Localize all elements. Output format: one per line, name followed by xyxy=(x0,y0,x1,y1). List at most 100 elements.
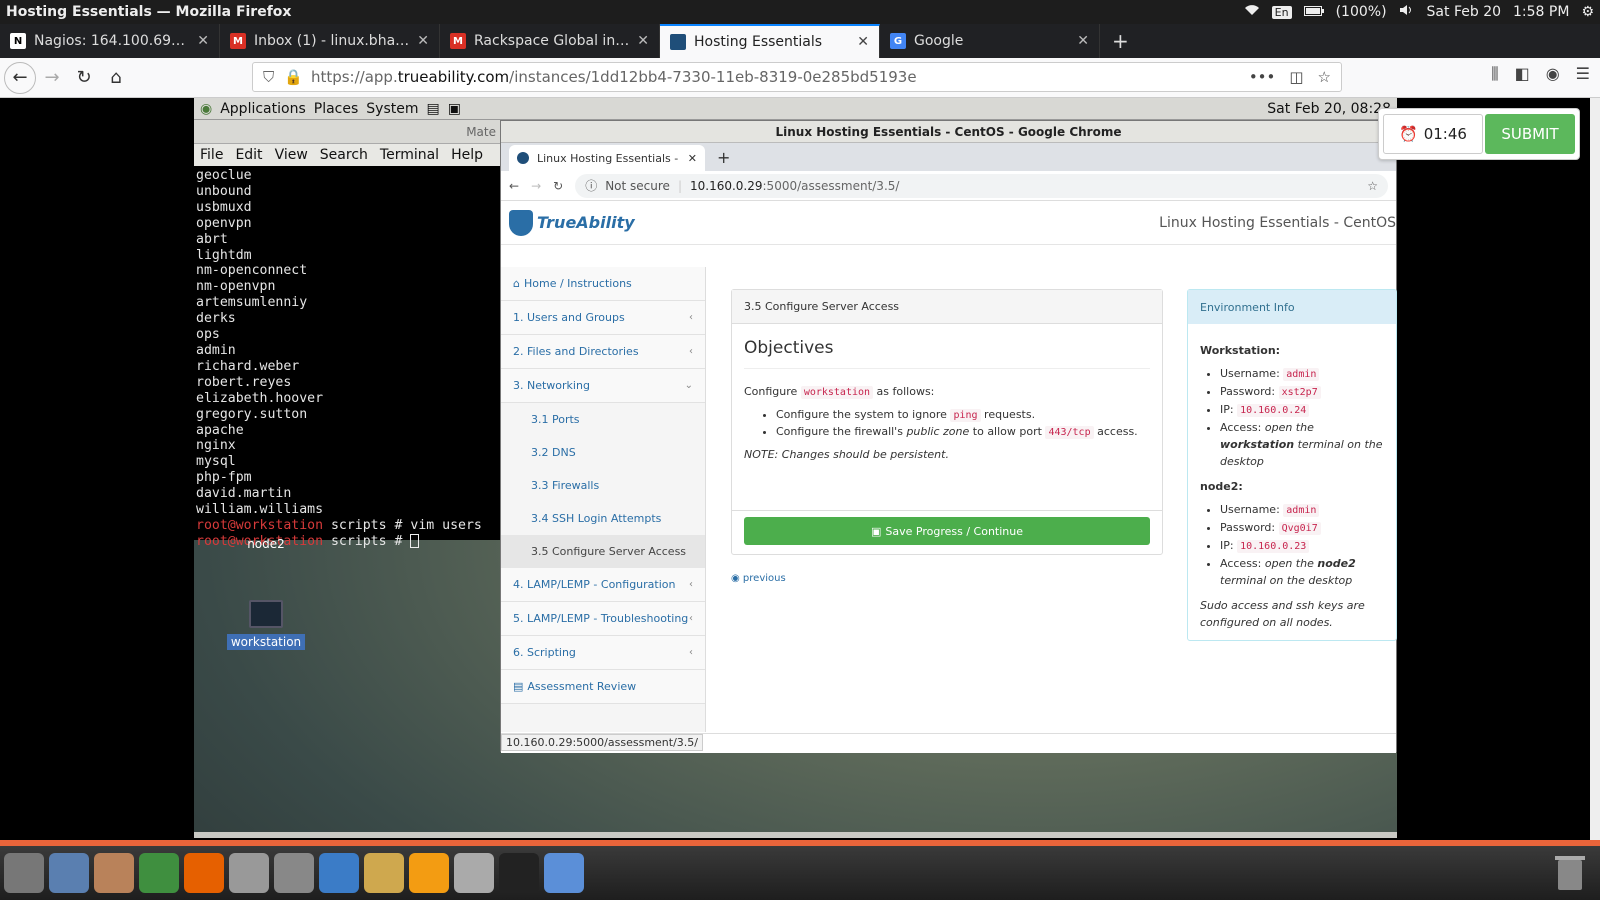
sidebar-item[interactable]: 4. LAMP/LEMP - Configuration ‹ xyxy=(501,568,705,602)
new-tab-icon[interactable]: + xyxy=(1100,24,1141,58)
sidebar-item[interactable]: 5. LAMP/LEMP - Troubleshooting ‹ xyxy=(501,602,705,636)
sidebar-item[interactable]: 6. Scripting ‹ xyxy=(501,636,705,670)
home-icon[interactable]: ⌂ xyxy=(100,62,132,94)
desktop-icon-workstation[interactable]: workstation xyxy=(226,600,306,650)
reload-icon[interactable]: ↻ xyxy=(553,179,563,193)
save-progress-button[interactable]: ▣ Save Progress / Continue xyxy=(744,517,1150,545)
chrome-window[interactable]: Linux Hosting Essentials - CentOS - Goog… xyxy=(500,120,1397,753)
sidebar-subitem[interactable]: 3.2 DNS xyxy=(501,436,705,469)
sidebar-subitem[interactable]: 3.1 Ports xyxy=(501,403,705,436)
dock-app-icon[interactable] xyxy=(544,853,584,893)
url-bar[interactable]: ⛉ 🔒 https://app. trueability.com/instance… xyxy=(252,62,1342,92)
chrome-title[interactable]: Linux Hosting Essentials - CentOS - Goog… xyxy=(501,121,1396,143)
back-icon[interactable]: ← xyxy=(4,61,36,94)
time-text[interactable]: 1:58 PM xyxy=(1513,4,1569,20)
menu-applications[interactable]: Applications xyxy=(220,101,306,117)
menu-places[interactable]: Places xyxy=(314,101,359,117)
close-icon[interactable]: ✕ xyxy=(637,33,649,49)
gnome-panel: ◉ Applications Places System ▤ ▣ Sat Feb… xyxy=(194,98,1397,120)
terminal-launcher-icon[interactable]: ▣ xyxy=(448,101,461,117)
gnome-foot-icon[interactable]: ◉ xyxy=(200,101,212,117)
shield-icon[interactable]: ⛉ xyxy=(263,68,274,86)
close-icon[interactable]: ✕ xyxy=(417,33,429,49)
terminal-title[interactable]: Mate xyxy=(194,120,504,144)
info-icon[interactable]: ⓘ xyxy=(585,177,597,194)
dock-app-icon[interactable] xyxy=(454,853,494,893)
dock-app-icon[interactable] xyxy=(184,853,224,893)
dock-app-icon[interactable] xyxy=(139,853,179,893)
volume-icon[interactable] xyxy=(1399,4,1415,20)
language-indicator[interactable]: En xyxy=(1271,5,1292,19)
sidebar-item[interactable]: ▤ Assessment Review xyxy=(501,670,705,704)
bookmark-star-icon[interactable]: ☆ xyxy=(1318,68,1331,86)
hamburger-menu-icon[interactable]: ☰ xyxy=(1576,64,1590,84)
terminal-menu-item[interactable]: View xyxy=(275,147,308,163)
chrome-address-bar[interactable]: ⓘ Not secure | 10.160.0.29:5000/assessme… xyxy=(575,173,1388,198)
dock-app-icon[interactable] xyxy=(229,853,269,893)
remote-desktop[interactable]: ◉ Applications Places System ▤ ▣ Sat Feb… xyxy=(194,98,1397,838)
close-icon[interactable]: ✕ xyxy=(688,152,697,165)
sidebar-item[interactable]: 2. Files and Directories ‹ xyxy=(501,335,705,369)
sidebar-icon[interactable]: ◧ xyxy=(1515,64,1530,84)
terminal-menu-item[interactable]: Edit xyxy=(235,147,262,163)
page-actions-icon[interactable]: ••• xyxy=(1249,68,1276,86)
terminal-window[interactable]: Mate File Edit View Search Terminal Help geoc… xyxy=(194,120,504,549)
pocket-icon[interactable]: ◫ xyxy=(1289,68,1303,86)
terminal-menu-item[interactable]: File xyxy=(200,147,223,163)
sidebar-item[interactable]: 1. Users and Groups ‹ xyxy=(501,301,705,335)
dock-app-icon[interactable] xyxy=(409,853,449,893)
close-icon[interactable]: ✕ xyxy=(1077,33,1089,49)
close-icon[interactable]: ✕ xyxy=(197,33,209,49)
browser-tab[interactable]: Hosting Essentials ✕ xyxy=(660,24,880,58)
previous-link[interactable]: ◉ previous xyxy=(731,573,786,584)
close-icon[interactable]: ✕ xyxy=(857,34,869,50)
browser-tab[interactable]: N Nagios: 164.100.69.55 ✕ xyxy=(0,24,220,58)
new-tab-icon[interactable]: + xyxy=(705,148,742,171)
desktop-icon-node2[interactable]: node2 xyxy=(226,536,306,552)
browser-tab[interactable]: G Google ✕ xyxy=(880,24,1100,58)
library-icon[interactable]: ⫼ xyxy=(1491,64,1498,84)
list-icon: ▤ xyxy=(513,680,524,693)
sidebar-item[interactable]: ⌂ Home / Instructions xyxy=(501,267,705,301)
trueability-logo[interactable]: TrueAbility xyxy=(509,209,635,236)
dock-app-icon[interactable] xyxy=(499,853,539,893)
not-secure-label: Not secure xyxy=(605,178,670,193)
gear-icon[interactable]: ⚙ xyxy=(1581,4,1594,20)
chrome-url-path: :5000/assessment/3.5/ xyxy=(762,178,900,193)
terminal-output[interactable]: geoclue unbound usbmuxd openvpn abrt lightdm n… xyxy=(194,166,504,552)
dock-app-icon[interactable] xyxy=(319,853,359,893)
chrome-tab[interactable]: Linux Hosting Essentials - C ✕ xyxy=(509,145,705,171)
sidebar-item[interactable]: 3. Networking ⌄ xyxy=(501,369,705,403)
terminal-menu-item[interactable]: Search xyxy=(320,147,368,163)
terminal-line: usbmuxd xyxy=(196,199,252,215)
page-scrollbar[interactable] xyxy=(1590,98,1600,840)
sidebar-subitem[interactable]: 3.3 Firewalls xyxy=(501,469,705,502)
sidebar-subitem[interactable]: 3.5 Configure Server Access xyxy=(501,535,705,568)
menu-system[interactable]: System xyxy=(366,101,418,117)
dock-app-icon[interactable] xyxy=(274,853,314,893)
terminal-menu-item[interactable]: Terminal xyxy=(380,147,439,163)
terminal-menu-item[interactable]: Help xyxy=(451,147,483,163)
chrome-toolbar: ← → ↻ ⓘ Not secure | 10.160.0.29:5000/as… xyxy=(501,171,1396,201)
dock-app-icon[interactable] xyxy=(4,853,44,893)
reload-icon[interactable]: ↻ xyxy=(68,62,100,94)
chrome-tab-title: Linux Hosting Essentials - C xyxy=(537,151,682,165)
browser-tab[interactable]: M Inbox (1) - linux.bhandari ✕ xyxy=(220,24,440,58)
browser-tab[interactable]: M Rackspace Global invites ✕ xyxy=(440,24,660,58)
file-manager-launcher-icon[interactable]: ▤ xyxy=(426,101,439,117)
bookmark-star-icon[interactable]: ☆ xyxy=(1367,179,1378,193)
dock-app-icon[interactable] xyxy=(94,853,134,893)
wifi-icon[interactable] xyxy=(1244,4,1260,20)
dock-app-icon[interactable] xyxy=(49,853,89,893)
lock-icon[interactable]: 🔒 xyxy=(284,68,303,86)
account-icon[interactable]: ◉ xyxy=(1546,64,1560,84)
dock-app-icon[interactable] xyxy=(364,853,404,893)
battery-icon[interactable] xyxy=(1303,4,1324,20)
back-icon[interactable]: ← xyxy=(509,179,519,193)
submit-button[interactable]: SUBMIT xyxy=(1485,114,1575,154)
trash-icon[interactable] xyxy=(1552,852,1588,892)
date-text[interactable]: Sat Feb 20 xyxy=(1427,4,1501,20)
sidebar-subitem[interactable]: 3.4 SSH Login Attempts xyxy=(501,502,705,535)
forward-icon[interactable]: → xyxy=(531,179,541,193)
forward-icon[interactable]: → xyxy=(36,62,68,94)
